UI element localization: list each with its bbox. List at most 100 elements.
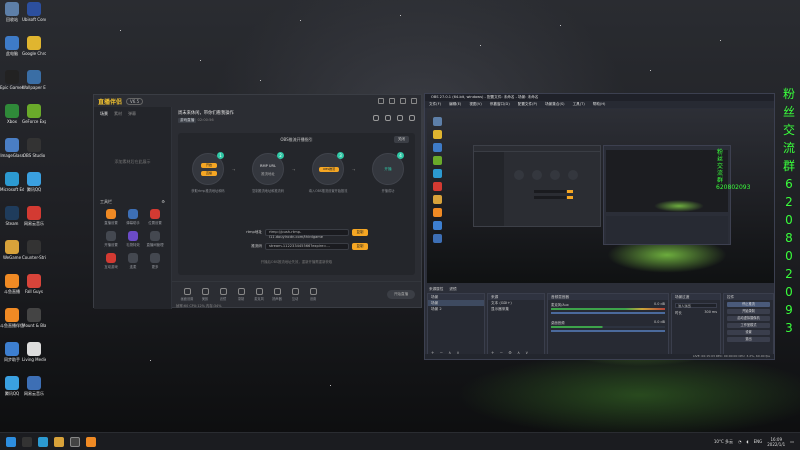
tool-item[interactable]: 连麦	[122, 253, 144, 269]
live-assistant-window[interactable]: 直播伴侣 V6.5 场景 素材 弹幕 添加素材后在此展示 工具栏 ⚙ 直播设置 弹…	[93, 94, 422, 309]
desktop-icon[interactable]: OBS Studio	[22, 138, 46, 158]
desktop-icon[interactable]: Wallpaper Engine	[22, 70, 46, 90]
toolbar-item[interactable]: 设置	[304, 288, 322, 301]
tools-settings-icon[interactable]: ⚙	[161, 199, 165, 205]
obs-menu-item[interactable]: 工具(T)	[573, 101, 585, 108]
obs-taskbar-icon[interactable]	[70, 436, 80, 447]
desktop-icon[interactable]: Microsoft Edge	[0, 172, 24, 192]
toolbar-item[interactable]: 美颜	[196, 288, 214, 301]
tab-source-properties[interactable]: 来源属性	[429, 285, 443, 293]
tool-item[interactable]: 互动游戏	[100, 253, 122, 269]
tool-item[interactable]: 直播间管理	[144, 231, 166, 247]
volume-slider[interactable]	[551, 330, 665, 332]
version-badge[interactable]: V6.5	[126, 97, 144, 105]
obs-menu-item[interactable]: 文件(F)	[429, 101, 441, 108]
desktop-icon[interactable]: GeForce Experience	[22, 104, 46, 124]
studio-mode-button[interactable]: 工作室模式	[727, 323, 770, 328]
minimize-icon[interactable]	[400, 98, 406, 104]
desktop-icon[interactable]: Ubisoft Connect	[22, 2, 46, 22]
desktop-icon[interactable]: WeGame	[0, 240, 24, 260]
tab-scenes[interactable]: 场景	[100, 111, 108, 117]
layout-icon[interactable]	[373, 115, 379, 121]
copy-rtmp-button[interactable]: 复制	[352, 229, 368, 236]
desktop-icon[interactable]: Xbox	[0, 104, 24, 124]
toolbar-item[interactable]: 扬声器	[268, 288, 286, 301]
start-recording-button[interactable]: 开始录制	[727, 309, 770, 314]
wifi-icon[interactable]: ◔	[738, 439, 742, 444]
bell-icon[interactable]	[397, 115, 403, 121]
settings-button[interactable]: 设置	[727, 330, 770, 335]
tool-item[interactable]: 弹幕助手	[122, 209, 144, 225]
clock[interactable]: 16:09 2022/1/1	[767, 437, 785, 447]
stream-category[interactable]: 游戏直播	[178, 118, 197, 123]
language-indicator[interactable]: ENG	[754, 439, 763, 444]
stream-key-field[interactable]: stream-112233445566?expire=...	[265, 243, 349, 250]
source-item[interactable]: 显示器采集	[488, 306, 544, 312]
obs-menu-item[interactable]: 编辑(E)	[449, 101, 461, 108]
tool-item[interactable]: 直播设置	[100, 209, 122, 225]
desktop-icon-label: 回收站	[6, 17, 18, 22]
desktop-icon[interactable]: Living Medieval	[22, 342, 46, 362]
exit-button[interactable]: 退出	[727, 337, 770, 342]
desktop-icon[interactable]: 回收站	[0, 2, 24, 22]
desktop-icon[interactable]: 同步助手	[0, 342, 24, 362]
live-assistant-taskbar-icon[interactable]	[86, 436, 96, 447]
app-icon	[27, 308, 41, 322]
share-icon[interactable]	[385, 115, 391, 121]
desktop-icon[interactable]: 腾讯QQ	[0, 376, 24, 396]
duration-value[interactable]: 300 ms	[704, 310, 717, 315]
desktop-icon[interactable]: 腾讯QQ	[22, 172, 46, 192]
virtual-camera-button[interactable]: 启动虚拟摄像机	[727, 316, 770, 321]
desktop-icon[interactable]: Steam	[0, 206, 24, 226]
tab-comments[interactable]: 弹幕	[128, 111, 136, 117]
tool-item[interactable]: 礼物特效	[122, 231, 144, 247]
desktop-icon[interactable]: 此电脑	[0, 36, 24, 56]
panel-close-button[interactable]: 关闭	[393, 136, 409, 143]
search-icon[interactable]	[22, 436, 32, 447]
tab-filters[interactable]: 滤镜	[449, 285, 456, 293]
obs-window[interactable]: OBS 27.0.1 (64-bit, windows) - 配置文件: 未命名…	[424, 93, 775, 360]
close-icon[interactable]	[411, 98, 417, 104]
edge-icon[interactable]	[38, 436, 48, 447]
obs-menu-item[interactable]: 配置文件(P)	[518, 101, 537, 108]
tool-item[interactable]: 位置设置	[144, 209, 166, 225]
menu-icon[interactable]	[389, 98, 395, 104]
weather-text[interactable]: 10°C 多云	[714, 439, 733, 445]
desktop-icon[interactable]: 斗鱼直播	[0, 274, 24, 294]
folder-icon[interactable]	[54, 436, 64, 447]
desktop-icon[interactable]: Counter-Strike	[22, 240, 46, 260]
desktop-icon[interactable]: 网易云音乐	[22, 376, 46, 396]
toolbar-item[interactable]: 麦克风	[250, 288, 268, 301]
toolbar-item[interactable]: 互动	[286, 288, 304, 301]
desktop-icon[interactable]: ImageGlass	[0, 138, 24, 158]
toolbar-item[interactable]: 画面设置	[178, 288, 196, 301]
stream-title[interactable]: 周末来休闲，带你们看我操作	[178, 110, 234, 116]
notification-icon[interactable]: ▭	[790, 439, 794, 444]
obs-preview[interactable]: 粉丝交流群620802093	[427, 109, 774, 283]
desktop-icon[interactable]: Mount & Blade II	[22, 308, 46, 328]
desktop-icon[interactable]: 斗鱼直播伴侣	[0, 308, 24, 328]
rtmp-url-field[interactable]: rtmp://push-rtmp-l11.douyincdn.com/third…	[265, 229, 349, 239]
volume-icon[interactable]: ◖	[747, 439, 749, 444]
start-live-button[interactable]: 开始直播	[387, 290, 415, 299]
desktop-icon[interactable]: Epic Games Launcher	[0, 70, 24, 90]
tool-item[interactable]: 开播设置	[100, 231, 122, 247]
desktop-icon[interactable]: Google Chrome	[22, 36, 46, 56]
desktop-icon[interactable]: 网易云音乐	[22, 206, 46, 226]
avatar-icon[interactable]	[378, 98, 384, 104]
start-windows-icon[interactable]	[6, 436, 16, 447]
obs-menu-item[interactable]: 场景集合(S)	[545, 101, 564, 108]
refresh-icon[interactable]	[409, 115, 415, 121]
toolbar-item[interactable]: 滤镜	[214, 288, 232, 301]
volume-slider[interactable]	[551, 312, 665, 314]
obs-menu-item[interactable]: 帮助(H)	[593, 101, 606, 108]
tab-materials[interactable]: 素材	[114, 111, 122, 117]
obs-menu-item[interactable]: 视图(V)	[469, 101, 481, 108]
tool-item[interactable]: 更多	[144, 253, 166, 269]
toolbar-item[interactable]: 录制	[232, 288, 250, 301]
obs-menu-item[interactable]: 停靠窗口(D)	[490, 101, 510, 108]
scene-item[interactable]: 场景 2	[428, 306, 484, 312]
desktop-icon[interactable]: Fall Guys	[22, 274, 46, 294]
stop-streaming-button[interactable]: 停止推流	[727, 302, 770, 307]
copy-stream-key-button[interactable]: 复制	[352, 243, 368, 250]
